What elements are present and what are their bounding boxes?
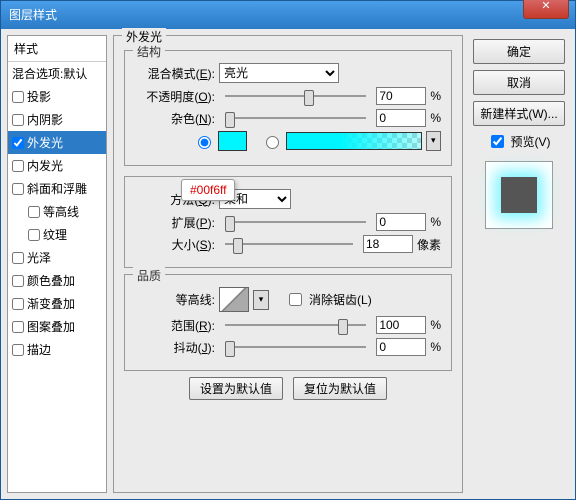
range-label: 范围(R): — [135, 317, 215, 334]
sidebar-checkbox-1[interactable] — [12, 114, 24, 126]
sidebar-item-11[interactable]: 描边 — [8, 338, 106, 361]
elements-group: 方法(Q): 柔和 扩展(P): % 大小(S): — [124, 176, 452, 268]
sidebar-checkbox-4[interactable] — [12, 183, 24, 195]
layer-style-dialog: 图层样式 ✕ 样式 混合选项:默认 投影内阴影外发光内发光斜面和浮雕等高线纹理光… — [0, 0, 576, 500]
sidebar-blend-options[interactable]: 混合选项:默认 — [8, 62, 106, 85]
styles-sidebar: 样式 混合选项:默认 投影内阴影外发光内发光斜面和浮雕等高线纹理光泽颜色叠加渐变… — [7, 35, 107, 493]
spread-label: 扩展(P): — [135, 214, 215, 231]
color-swatch[interactable] — [218, 131, 247, 151]
sidebar-checkbox-7[interactable] — [12, 252, 24, 264]
sidebar-item-2[interactable]: 外发光 — [8, 131, 106, 154]
noise-label: 杂色(N): — [135, 110, 215, 127]
quality-group: 品质 等高线: ▾ 消除锯齿(L) 范围(R): — [124, 274, 452, 371]
size-input[interactable] — [363, 235, 413, 253]
sidebar-label-1: 内阴影 — [27, 111, 63, 128]
gradient-radio[interactable] — [266, 136, 279, 149]
gradient-bar[interactable] — [286, 132, 422, 150]
sidebar-item-7[interactable]: 光泽 — [8, 246, 106, 269]
sidebar-label-2: 外发光 — [27, 134, 63, 151]
quality-legend: 品质 — [133, 267, 165, 284]
noise-input[interactable] — [376, 109, 426, 127]
reset-default-button[interactable]: 复位为默认值 — [293, 377, 387, 400]
sidebar-checkbox-3[interactable] — [12, 160, 24, 172]
sidebar-label-4: 斜面和浮雕 — [27, 180, 87, 197]
opacity-label: 不透明度(O): — [135, 88, 215, 105]
sidebar-item-6[interactable]: 纹理 — [8, 223, 106, 246]
window-title: 图层样式 — [9, 8, 57, 22]
sidebar-item-10[interactable]: 图案叠加 — [8, 315, 106, 338]
cancel-button[interactable]: 取消 — [473, 70, 565, 95]
sidebar-label-10: 图案叠加 — [27, 318, 75, 335]
color-tooltip: #00f6ff — [181, 179, 235, 201]
range-slider[interactable] — [225, 317, 366, 333]
sidebar-item-3[interactable]: 内发光 — [8, 154, 106, 177]
close-icon: ✕ — [541, 0, 550, 12]
sidebar-label-0: 投影 — [27, 88, 51, 105]
sidebar-item-0[interactable]: 投影 — [8, 85, 106, 108]
sidebar-checkbox-10[interactable] — [12, 321, 24, 333]
sidebar-checkbox-5[interactable] — [28, 206, 40, 218]
opacity-slider[interactable] — [225, 88, 366, 104]
sidebar-item-4[interactable]: 斜面和浮雕 — [8, 177, 106, 200]
preview-checkbox[interactable] — [491, 135, 504, 148]
sidebar-checkbox-6[interactable] — [28, 229, 40, 241]
sidebar-item-9[interactable]: 渐变叠加 — [8, 292, 106, 315]
size-slider[interactable] — [225, 236, 353, 252]
set-default-button[interactable]: 设置为默认值 — [189, 377, 283, 400]
sidebar-label-3: 内发光 — [27, 157, 63, 174]
preview-toggle[interactable]: 预览(V) — [487, 132, 550, 151]
ok-button[interactable]: 确定 — [473, 39, 565, 64]
sidebar-label-11: 描边 — [27, 341, 51, 358]
sidebar-label-6: 纹理 — [43, 226, 67, 243]
size-label: 大小(S): — [135, 236, 215, 253]
preview-swatch — [501, 177, 537, 213]
color-radio[interactable] — [198, 136, 211, 149]
range-input[interactable] — [376, 316, 426, 334]
spread-input[interactable] — [376, 213, 426, 231]
structure-group: 结构 混合模式(E): 亮光 不透明度(O): % 杂色(N): — [124, 50, 452, 166]
sidebar-header: 样式 — [8, 36, 106, 62]
sidebar-label-7: 光泽 — [27, 249, 51, 266]
contour-dropdown-icon[interactable]: ▾ — [253, 290, 269, 310]
sidebar-label-9: 渐变叠加 — [27, 295, 75, 312]
jitter-label: 抖动(J): — [135, 339, 215, 356]
contour-label: 等高线: — [135, 291, 215, 308]
contour-preview[interactable] — [219, 287, 249, 312]
new-style-button[interactable]: 新建样式(W)... — [473, 101, 565, 126]
jitter-input[interactable] — [376, 338, 426, 356]
antialias-checkbox[interactable] — [289, 293, 302, 306]
preview-label: 预览(V) — [510, 133, 550, 150]
preview-box — [485, 161, 553, 229]
sidebar-checkbox-2[interactable] — [12, 137, 24, 149]
antialias-label: 消除锯齿(L) — [309, 291, 372, 308]
sidebar-item-8[interactable]: 颜色叠加 — [8, 269, 106, 292]
titlebar[interactable]: 图层样式 ✕ — [1, 1, 575, 29]
content: 样式 混合选项:默认 投影内阴影外发光内发光斜面和浮雕等高线纹理光泽颜色叠加渐变… — [1, 29, 575, 499]
sidebar-label-8: 颜色叠加 — [27, 272, 75, 289]
blend-mode-select[interactable]: 亮光 — [219, 63, 339, 83]
blend-mode-label: 混合模式(E): — [135, 65, 215, 82]
sidebar-label-5: 等高线 — [43, 203, 79, 220]
sidebar-checkbox-0[interactable] — [12, 91, 24, 103]
sidebar-checkbox-8[interactable] — [12, 275, 24, 287]
sidebar-item-1[interactable]: 内阴影 — [8, 108, 106, 131]
main-panel: 外发光 结构 混合模式(E): 亮光 不透明度(O): % — [113, 35, 463, 493]
sidebar-checkbox-9[interactable] — [12, 298, 24, 310]
opacity-input[interactable] — [376, 87, 426, 105]
structure-legend: 结构 — [133, 43, 165, 60]
close-button[interactable]: ✕ — [523, 0, 569, 19]
sidebar-checkbox-11[interactable] — [12, 344, 24, 356]
spread-slider[interactable] — [225, 214, 366, 230]
right-column: 确定 取消 新建样式(W)... 预览(V) — [469, 35, 569, 493]
jitter-slider[interactable] — [225, 339, 366, 355]
noise-slider[interactable] — [225, 110, 366, 126]
sidebar-item-5[interactable]: 等高线 — [8, 200, 106, 223]
gradient-dropdown-icon[interactable]: ▾ — [426, 131, 441, 151]
